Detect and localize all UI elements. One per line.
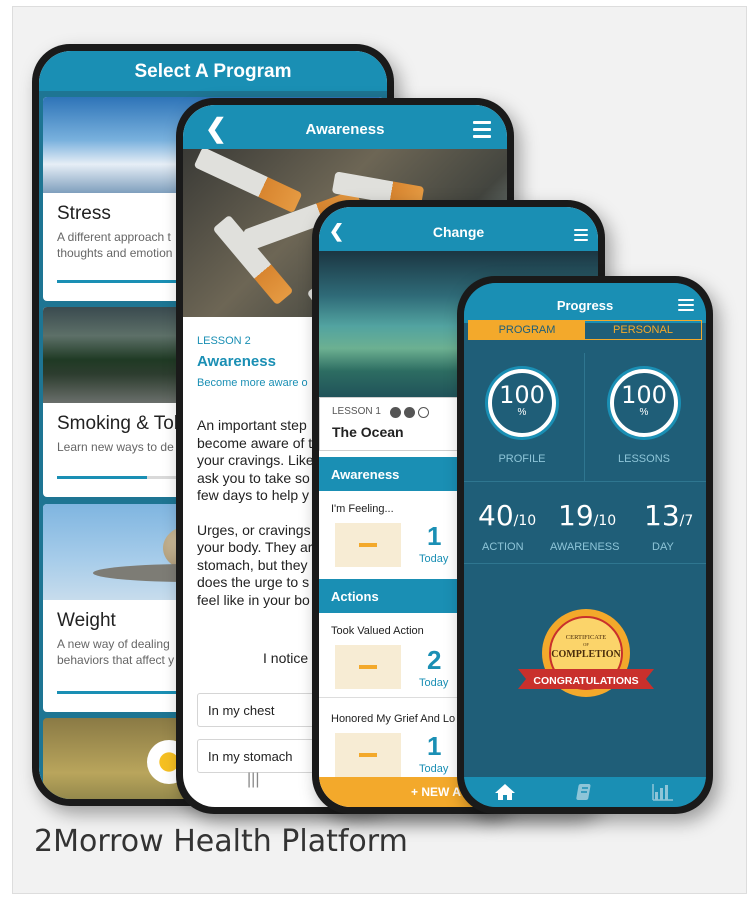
decrement-button[interactable] [335,733,401,777]
stat-label: DAY [652,541,674,553]
divider [464,563,706,564]
menu-icon[interactable] [473,121,491,142]
lesson-progress-dots [390,404,432,422]
item-label: I'm Feeling... [331,503,394,515]
ring-value: 100 [499,381,545,409]
stat-day: 13/7 [644,499,693,532]
item-label: Took Valued Action [331,625,424,637]
phone-progress: Progress PROGRAM PERSONAL 100 % PROFILE … [457,276,713,814]
cigarette-graphic [193,149,303,214]
lesson-label: LESSON 2 [197,335,251,347]
badge-line2: OF [583,642,589,647]
menu-icon[interactable] [678,299,694,314]
item-count: 1 [427,521,442,551]
decrement-button[interactable] [335,645,401,689]
stat-label: AWARENESS [550,541,620,553]
back-chevron-icon[interactable]: ❮ [205,113,227,144]
tab-program[interactable]: PROGRAM [469,321,585,339]
item-count: 2 [427,645,442,675]
stat-awareness: 19/10 [558,499,616,532]
bottom-nav [464,777,706,807]
progress-tabs: PROGRAM PERSONAL [468,320,702,340]
notice-prompt: I notice [263,650,309,666]
decrement-button[interactable] [335,523,401,567]
item-count: 1 [427,731,442,761]
menu-icon[interactable] [574,229,588,244]
screen-progress: Progress PROGRAM PERSONAL 100 % PROFILE … [464,283,706,807]
caption: 2Morrow Health Platform [34,824,408,859]
ring-label-lessons: LESSONS [618,453,670,465]
progress-dot-filled [390,407,401,419]
badge-line1: CERTIFICATE [566,634,606,641]
back-chevron-icon[interactable]: ❮ [329,221,344,242]
chart-icon[interactable] [652,783,674,801]
lesson-label: LESSON 1 [332,406,381,417]
stat-label: ACTION [482,541,524,553]
journal-icon[interactable] [576,783,594,801]
page-title: Select A Program [39,51,387,91]
recent-apps-icon[interactable]: ||| [247,771,259,789]
stat-value: 40 [478,499,514,532]
lessons-ring: 100 % [610,369,678,437]
item-label: Honored My Grief And Lo [331,713,456,725]
ring-value: 100 [621,381,667,409]
item-unit: Today [419,677,449,689]
item-unit: Today [419,763,449,775]
progress-dot-empty [418,407,429,419]
stat-denominator: /7 [679,513,694,529]
badge-ribbon: CONGRATULATIONS [533,675,638,687]
badge-line3: COMPLETION [551,649,621,660]
stat-denominator: /10 [513,513,537,529]
lesson-title: The Ocean [332,424,404,440]
progress-dot-filled [404,407,415,419]
stat-value: 13 [644,499,680,532]
program-progress-fill [57,476,148,479]
stat-action: 40/10 [478,499,536,532]
page-title: Awareness [183,105,507,149]
page-title: Change [319,207,598,251]
divider [584,353,585,481]
lesson-subtitle: Become more aware o [197,377,308,389]
home-icon[interactable] [494,783,516,801]
ring-label-profile: PROFILE [498,453,546,465]
page-title: Progress [464,283,706,323]
stat-value: 19 [558,499,594,532]
tab-personal[interactable]: PERSONAL [585,321,701,339]
stat-denominator: /10 [593,513,617,529]
divider [464,481,706,482]
item-unit: Today [419,553,449,565]
profile-ring: 100 % [488,369,556,437]
certificate-badge-icon: CERTIFICATE OF COMPLETION CONGRATULATION… [518,609,654,697]
lesson-title: Awareness [197,353,276,370]
